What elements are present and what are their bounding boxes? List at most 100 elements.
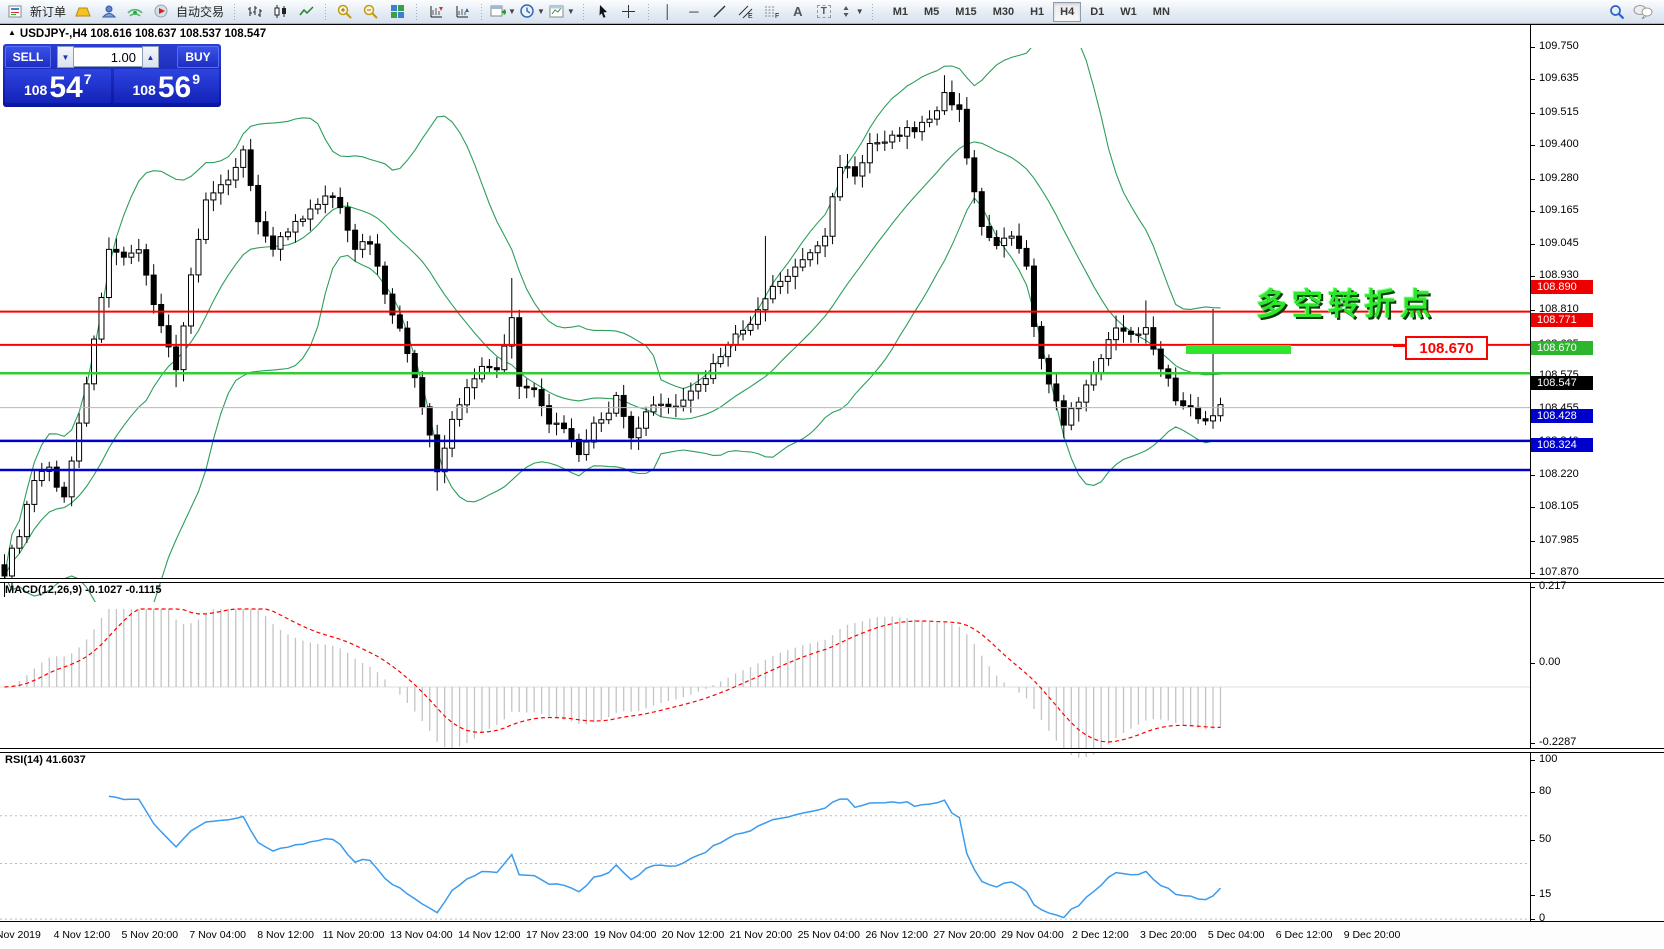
community-button[interactable] — [97, 1, 121, 23]
text-label-icon: T — [817, 5, 831, 18]
candlestick-chart-icon — [273, 4, 288, 19]
signals-button[interactable] — [123, 1, 147, 23]
trendline-button[interactable] — [708, 1, 732, 23]
price-axis-label: 0.00 — [1539, 656, 1560, 668]
line-chart-button[interactable] — [294, 1, 318, 23]
equidistant-channel-icon: E — [738, 4, 754, 19]
tf-m30[interactable]: M30 — [986, 2, 1021, 22]
chevron-down-icon: ▼ — [567, 7, 575, 16]
arrows-button[interactable]: ▼ — [838, 1, 865, 23]
gold-button[interactable] — [71, 1, 95, 23]
tf-h1[interactable]: H1 — [1023, 2, 1051, 22]
sell-button[interactable]: SELL — [5, 46, 51, 68]
bar-chart-button[interactable] — [242, 1, 266, 23]
tile-windows-button[interactable] — [385, 1, 409, 23]
price-axis-label: 0.217 — [1539, 580, 1567, 592]
price-axis-label: 109.400 — [1539, 138, 1579, 150]
price-axis-label: 107.870 — [1539, 566, 1579, 578]
axis-tick — [1530, 475, 1535, 476]
candlestick-chart-button[interactable] — [268, 1, 292, 23]
tf-mn[interactable]: MN — [1146, 2, 1177, 22]
crosshair-button[interactable] — [617, 1, 641, 23]
macd-splitter[interactable] — [0, 578, 1664, 583]
tf-m5[interactable]: M5 — [917, 2, 946, 22]
tf-m1[interactable]: M1 — [886, 2, 915, 22]
tf-h4[interactable]: H4 — [1053, 2, 1081, 22]
chart-header: ▲USDJPY-,H4 108.616 108.637 108.537 108.… — [8, 28, 266, 40]
time-axis-label: 5 Dec 04:00 — [1208, 929, 1265, 941]
tf-d1[interactable]: D1 — [1083, 2, 1111, 22]
chart-window — [0, 24, 1664, 949]
tf-w1[interactable]: W1 — [1113, 2, 1144, 22]
toolbar-grip — [581, 4, 586, 20]
sell-price-display[interactable]: 108 54 7 — [5, 69, 111, 103]
toolbar-grip — [414, 4, 419, 20]
horizontal-line-button[interactable]: ─ — [682, 1, 706, 23]
time-axis-label: 6 Dec 12:00 — [1276, 929, 1333, 941]
time-axis-label: 27 Nov 20:00 — [933, 929, 995, 941]
autotrading-button[interactable] — [149, 1, 173, 23]
time-axis[interactable]: 1 Nov 20194 Nov 12:005 Nov 20:007 Nov 04… — [0, 922, 1664, 949]
price-axis-label: -0.2287 — [1539, 736, 1576, 748]
sell-price-prefix: 108 — [24, 82, 47, 98]
new-order-icon — [8, 4, 23, 19]
add-indicator-button[interactable]: ▼ — [489, 1, 517, 23]
toolbar-grip — [646, 4, 651, 20]
macd-panel[interactable] — [0, 605, 1530, 772]
new-order-button[interactable] — [3, 1, 27, 23]
toolbar: 新订单 自动交易 — [0, 0, 1664, 24]
indicator-list-button[interactable] — [450, 1, 474, 23]
axis-tick — [1530, 310, 1535, 311]
chevron-down-icon: ▼ — [856, 7, 864, 16]
time-axis-label: 25 Nov 04:00 — [798, 929, 860, 941]
rsi-splitter[interactable] — [0, 748, 1664, 753]
axis-tick — [1530, 663, 1535, 664]
add-indicator-icon — [490, 4, 506, 19]
price-axis-label: 109.165 — [1539, 204, 1579, 216]
chart-templates-button[interactable]: ▼ — [548, 1, 576, 23]
axis-tick — [1530, 244, 1535, 245]
cursor-icon — [596, 4, 610, 19]
green-highlight-bar[interactable] — [1186, 345, 1291, 354]
periods-button[interactable]: ▼ — [519, 1, 546, 23]
tf-m15[interactable]: M15 — [948, 2, 983, 22]
vertical-line-button[interactable]: │ — [656, 1, 680, 23]
line-chart-icon — [299, 4, 314, 19]
axis-tick — [1530, 919, 1535, 920]
indicator-window-button[interactable] — [424, 1, 448, 23]
time-axis-label: 1 Nov 2019 — [0, 929, 41, 941]
time-axis-label: 11 Nov 20:00 — [323, 929, 385, 941]
volume-input[interactable] — [74, 47, 142, 67]
chat-button[interactable] — [1631, 1, 1655, 23]
volume-increase-button[interactable]: ▲ — [142, 46, 159, 68]
candles-layer — [2, 75, 1223, 597]
buy-price-pip: 9 — [192, 71, 200, 87]
new-order-label[interactable]: 新订单 — [28, 3, 70, 20]
vertical-line-icon: │ — [664, 5, 672, 18]
buy-button[interactable]: BUY — [177, 46, 219, 68]
price-badge: 108.890 — [1531, 280, 1593, 294]
buy-price-prefix: 108 — [132, 82, 155, 98]
time-axis-label: 21 Nov 20:00 — [730, 929, 792, 941]
search-icon — [1609, 4, 1625, 20]
buy-price-display[interactable]: 108 56 9 — [114, 69, 220, 103]
rsi-panel[interactable] — [0, 775, 1530, 945]
volume-decrease-button[interactable]: ▼ — [57, 46, 74, 68]
text-label-button[interactable]: T — [812, 1, 836, 23]
price-axis-label: 108.105 — [1539, 500, 1579, 512]
text-button[interactable]: A — [786, 1, 810, 23]
svg-text:F: F — [775, 13, 779, 19]
equidistant-channel-button[interactable]: E — [734, 1, 758, 23]
zoom-out-button[interactable] — [359, 1, 383, 23]
search-button[interactable] — [1605, 1, 1629, 23]
sell-price-main: 54 — [49, 75, 82, 101]
autotrading-label[interactable]: 自动交易 — [174, 3, 228, 20]
cursor-button[interactable] — [591, 1, 615, 23]
price-level-box[interactable]: 108.670 — [1405, 336, 1488, 360]
chart-templates-icon — [549, 4, 565, 19]
zoom-in-button[interactable] — [333, 1, 357, 23]
fibonacci-button[interactable]: F — [760, 1, 784, 23]
collapse-triangle-icon[interactable]: ▲ — [8, 28, 16, 37]
main-chart[interactable] — [0, 48, 1530, 602]
time-axis-label: 19 Nov 04:00 — [594, 929, 656, 941]
